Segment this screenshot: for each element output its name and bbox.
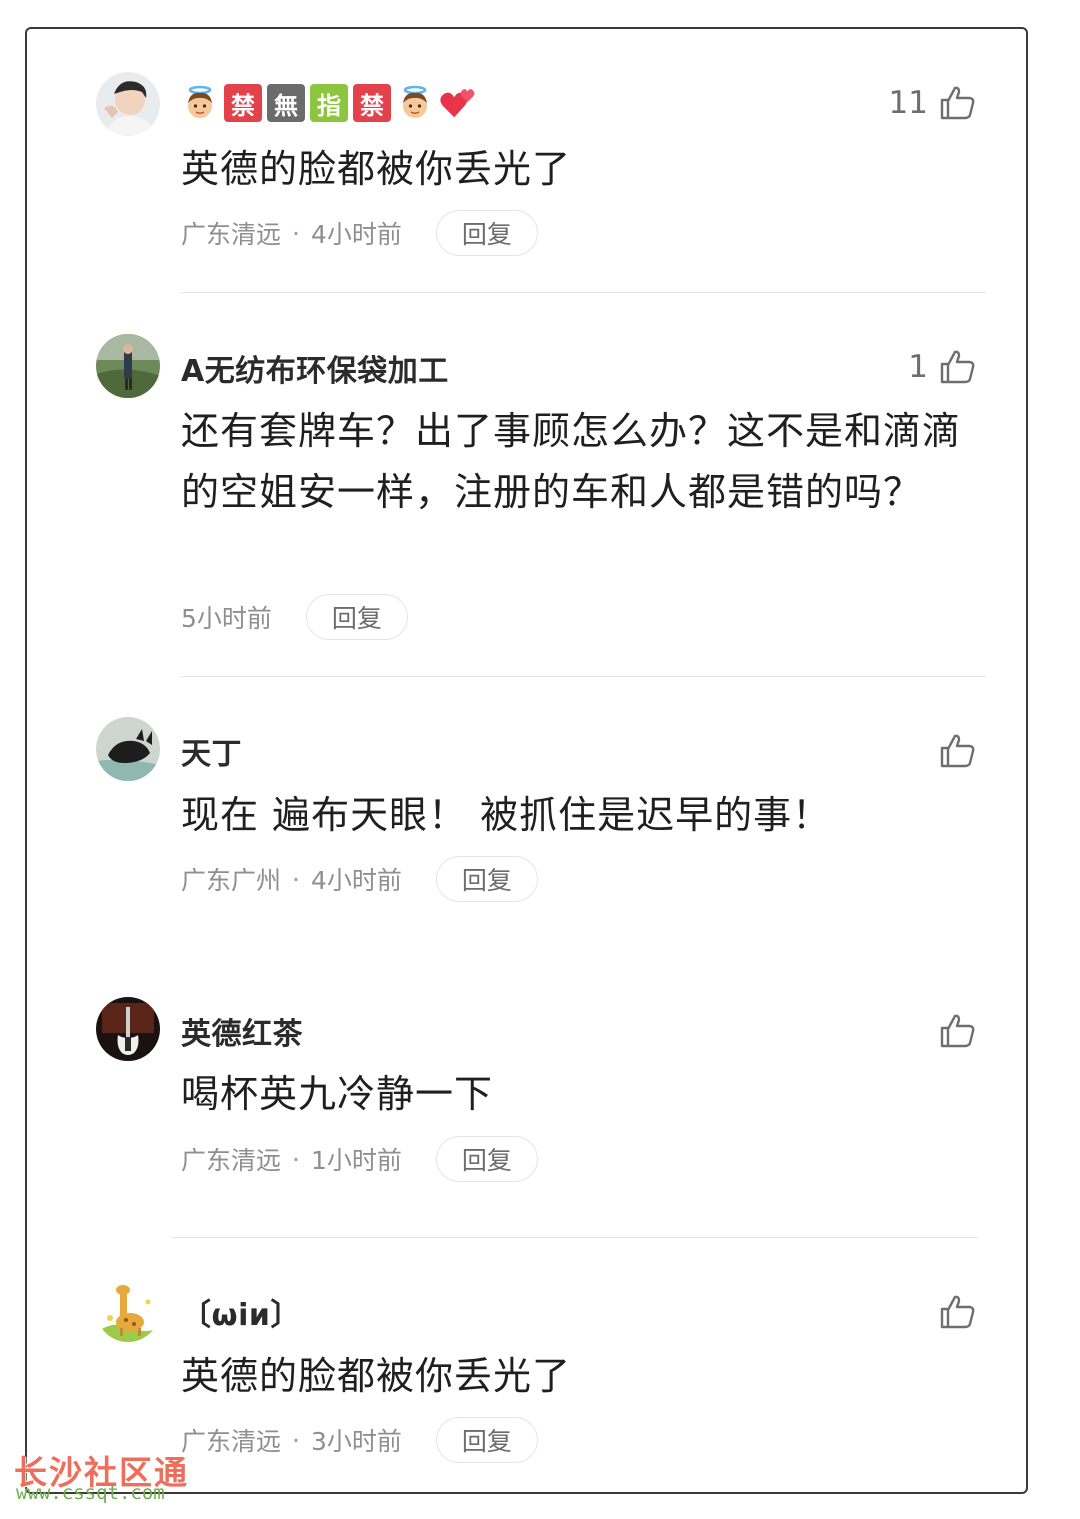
avatar[interactable] bbox=[96, 1278, 160, 1342]
site-watermark: 长沙社区通 www.cssqt.com bbox=[12, 1446, 232, 1506]
user-badges[interactable]: 禁 無 指 禁 bbox=[181, 84, 477, 122]
comment-meta: 广东清远 · 3小时前 回复 bbox=[181, 1417, 538, 1463]
divider bbox=[172, 1237, 978, 1238]
comment-text: 喝杯英九冷静一下 bbox=[181, 1072, 494, 1116]
comment-location: 广东清远 bbox=[181, 1146, 282, 1175]
thumbs-up-icon bbox=[940, 734, 975, 768]
meta-separator: · bbox=[292, 218, 300, 248]
like-button[interactable]: 1 bbox=[908, 348, 976, 386]
reply-button[interactable]: 回复 bbox=[435, 210, 538, 256]
comment-time: 1小时前 bbox=[310, 1146, 402, 1175]
like-button[interactable]: 11 bbox=[889, 84, 976, 122]
comment-time: 5小时前 bbox=[181, 604, 272, 633]
username[interactable]: A无纺布环保袋加工 bbox=[181, 346, 449, 390]
angel-emoji-icon bbox=[181, 84, 219, 122]
divider bbox=[181, 676, 986, 677]
like-count: 11 bbox=[888, 85, 928, 121]
watermark-url: www.cssqt.com bbox=[16, 1482, 165, 1504]
meta-separator: · bbox=[292, 1425, 300, 1455]
avatar[interactable] bbox=[96, 997, 160, 1061]
reply-button[interactable]: 回复 bbox=[435, 856, 538, 902]
avatar[interactable] bbox=[96, 717, 160, 781]
comment-meta: 广东清远 · 4小时前 回复 bbox=[181, 210, 538, 256]
comment-meta: 广东广州 · 4小时前 回复 bbox=[181, 856, 538, 902]
username[interactable]: 天丁 bbox=[181, 729, 242, 773]
avatar[interactable] bbox=[96, 72, 160, 136]
angel-emoji-icon bbox=[396, 84, 434, 122]
comment-location: 广东广州 bbox=[181, 866, 282, 895]
comment-time: 4小时前 bbox=[310, 866, 402, 895]
comment-text: 英德的脸都被你丢光了 bbox=[181, 1354, 572, 1398]
two-hearts-emoji-icon bbox=[439, 84, 477, 122]
thumbs-up-icon bbox=[940, 1295, 975, 1329]
badge-tile-wu: 無 bbox=[267, 84, 305, 122]
like-button[interactable] bbox=[938, 1293, 976, 1331]
badge-tile-jin-2: 禁 bbox=[353, 84, 391, 122]
comment-text: 现在 遍布天眼！ 被抓住是迟早的事！ bbox=[181, 793, 832, 837]
reply-button[interactable]: 回复 bbox=[435, 1417, 538, 1463]
username[interactable]: 〔ωiи〕 bbox=[181, 1290, 301, 1334]
meta-separator: · bbox=[292, 864, 300, 894]
comment-text: 还有套牌车？出了事顾怎么办？这不是和滴滴的空姐安一样，注册的车和人都是错的吗？ bbox=[181, 409, 962, 514]
username[interactable]: 英德红茶 bbox=[181, 1009, 303, 1053]
like-count: 1 bbox=[908, 349, 928, 385]
thumbs-up-icon bbox=[940, 1014, 975, 1048]
meta-separator: · bbox=[292, 1144, 300, 1174]
avatar[interactable] bbox=[96, 334, 160, 398]
reply-button[interactable]: 回复 bbox=[435, 1136, 538, 1182]
comment-location: 广东清远 bbox=[181, 220, 282, 249]
thumbs-up-icon bbox=[940, 350, 975, 384]
like-button[interactable] bbox=[938, 732, 976, 770]
comment-time: 3小时前 bbox=[310, 1427, 402, 1456]
comment-text: 英德的脸都被你丢光了 bbox=[181, 147, 572, 191]
comment-meta: 5小时前 回复 bbox=[181, 594, 408, 640]
divider bbox=[181, 292, 986, 293]
badge-tile-zhi: 指 bbox=[310, 84, 348, 122]
comment-meta: 广东清远 · 1小时前 回复 bbox=[181, 1136, 538, 1182]
badge-tile-jin: 禁 bbox=[224, 84, 262, 122]
like-button[interactable] bbox=[938, 1012, 976, 1050]
thumbs-up-icon bbox=[940, 86, 975, 120]
reply-button[interactable]: 回复 bbox=[305, 594, 408, 640]
comment-time: 4小时前 bbox=[310, 220, 402, 249]
